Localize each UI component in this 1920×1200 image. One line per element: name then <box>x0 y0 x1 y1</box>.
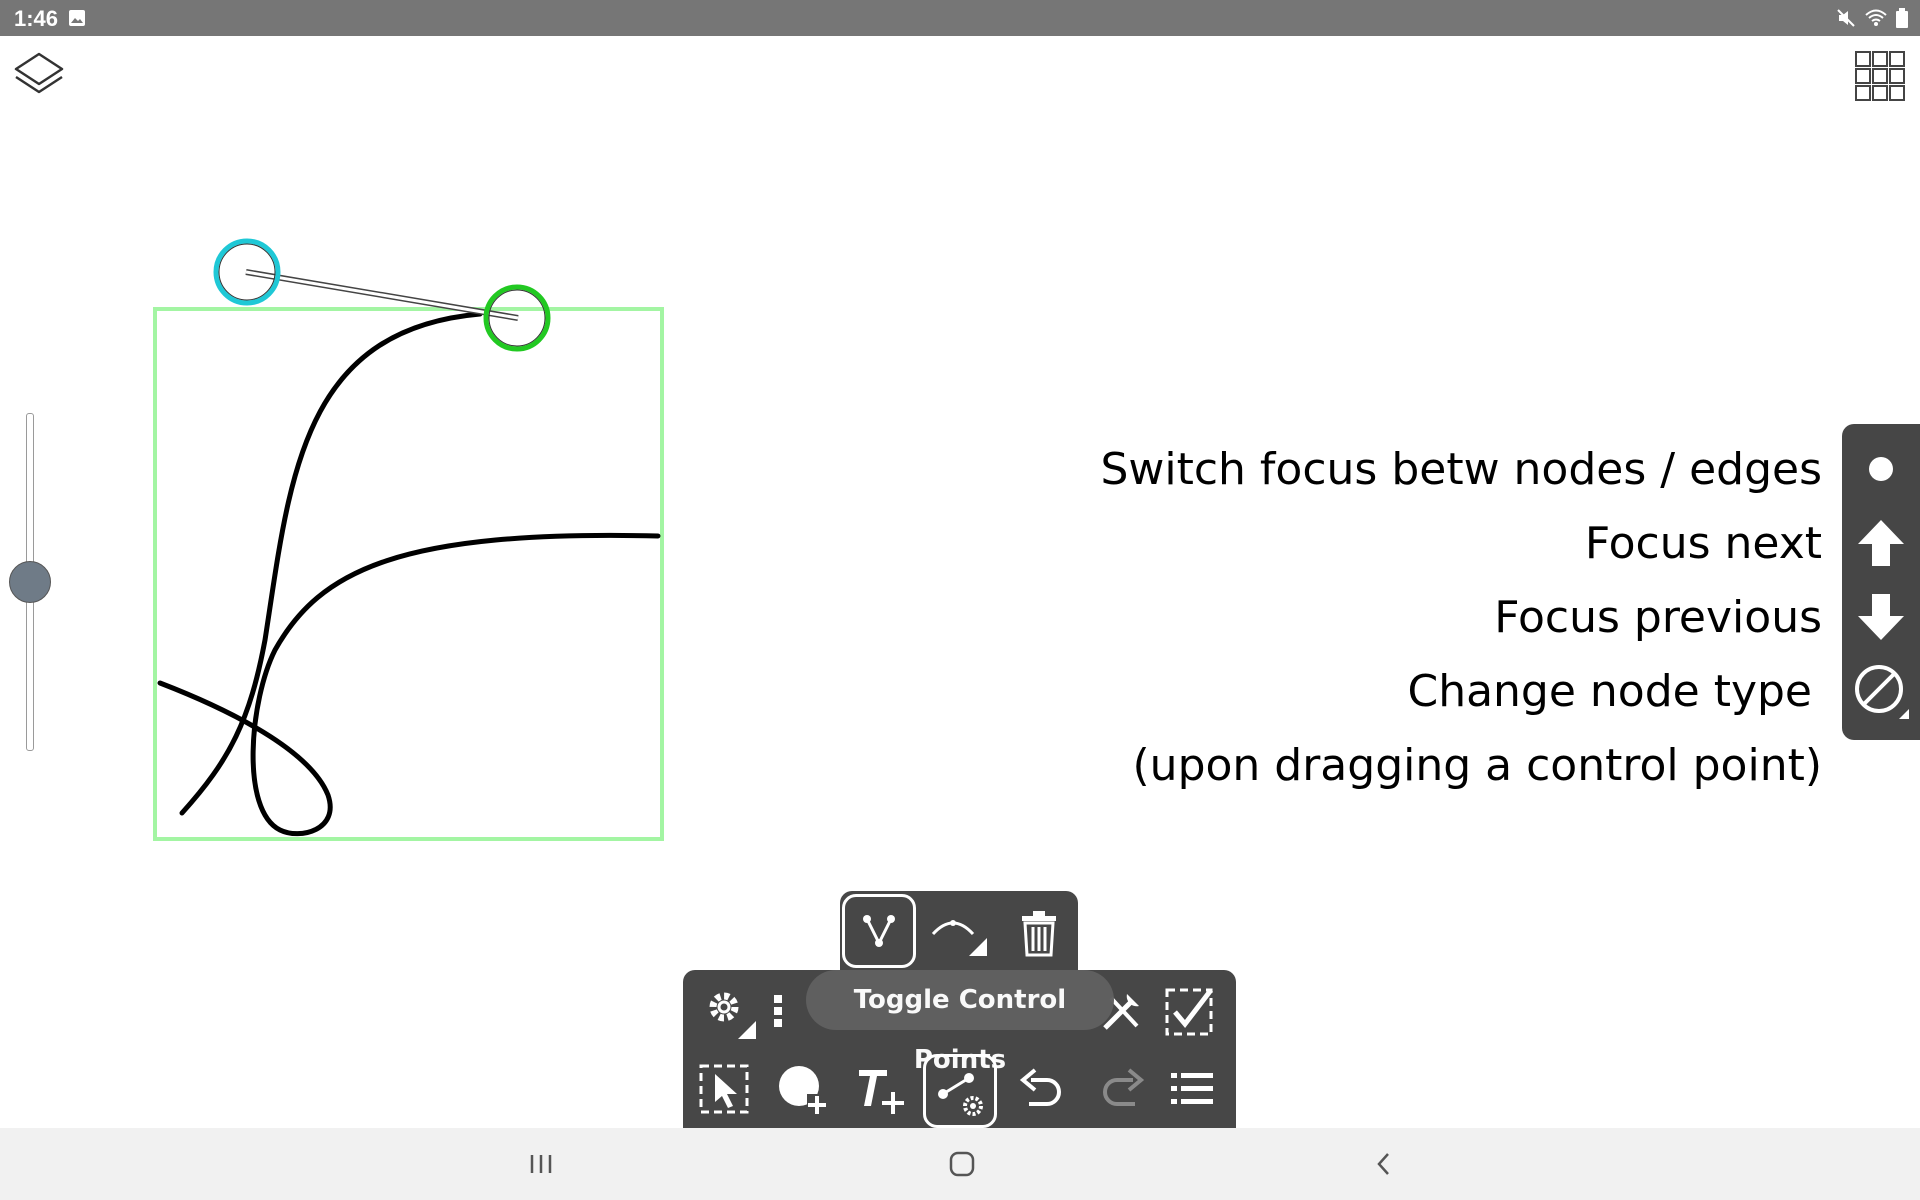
hint-change-node-type: Change node type <box>1407 666 1812 717</box>
back-icon <box>1377 1153 1389 1175</box>
more-button[interactable] <box>763 976 793 1046</box>
change-node-type-button[interactable] <box>1842 654 1920 728</box>
navigation-bar <box>0 1128 1920 1200</box>
settings-icon <box>709 992 756 1039</box>
select-done-icon <box>1165 988 1213 1036</box>
node-edit-popup <box>840 891 1078 975</box>
battery-icon <box>1896 8 1908 28</box>
delete-button[interactable] <box>1004 898 1074 968</box>
curve-edit-button[interactable] <box>924 898 994 968</box>
focus-previous-button[interactable] <box>1842 580 1920 654</box>
select-button[interactable] <box>689 1054 759 1124</box>
add-text-button[interactable] <box>845 1054 915 1124</box>
add-node-icon <box>779 1066 827 1114</box>
node-edit-icon <box>863 915 895 947</box>
undo-button[interactable] <box>1007 1054 1077 1124</box>
undo-icon <box>1019 1068 1061 1106</box>
home-button[interactable] <box>938 1142 986 1186</box>
settings-button[interactable] <box>693 976 763 1046</box>
switch-focus-button[interactable] <box>1842 432 1920 506</box>
add-node-button[interactable] <box>767 1054 837 1124</box>
hint-change-node-type-note: (upon dragging a control point) <box>1132 740 1822 791</box>
focus-next-button[interactable] <box>1842 506 1920 580</box>
back-button[interactable] <box>1360 1142 1408 1186</box>
arrow-up-icon <box>1858 520 1904 566</box>
arrow-down-icon <box>1858 594 1904 640</box>
selection-box <box>153 307 664 841</box>
recents-button[interactable] <box>517 1142 565 1186</box>
right-panel <box>1842 424 1920 740</box>
edge-curve-2[interactable] <box>157 532 661 837</box>
redo-icon <box>1103 1068 1145 1106</box>
node-type-icon <box>1855 665 1909 719</box>
select-icon <box>699 1064 749 1114</box>
redo-button[interactable] <box>1087 1054 1157 1124</box>
status-bar: 1:46 <box>0 0 1920 36</box>
recents-icon <box>530 1155 552 1173</box>
list-button[interactable] <box>1157 1054 1227 1124</box>
keyboard-hints: Switch focus betw nodes / edges Focus ne… <box>1100 440 1822 810</box>
gallery-icon <box>69 10 85 26</box>
status-time: 1:46 <box>14 6 59 31</box>
toggle-control-points-tooltip: Toggle Control Points <box>806 970 1114 1075</box>
hint-focus-previous: Focus previous <box>1494 592 1822 643</box>
mute-icon <box>1837 9 1855 27</box>
home-icon <box>949 1151 975 1177</box>
select-done-button[interactable] <box>1155 976 1225 1046</box>
add-text-icon <box>859 1070 904 1114</box>
system-icons <box>1836 7 1908 29</box>
more-icon <box>774 995 782 1027</box>
hint-focus-next: Focus next <box>1584 518 1822 569</box>
list-icon <box>1171 1073 1213 1104</box>
hint-switch-focus: Switch focus betw nodes / edges <box>1100 444 1822 495</box>
trash-icon <box>1022 911 1056 957</box>
node-edit-button[interactable] <box>842 894 916 968</box>
edge-curve-1[interactable] <box>179 311 483 816</box>
wifi-icon <box>1865 9 1887 26</box>
dot-icon <box>1869 457 1893 481</box>
curve-edit-icon <box>931 920 987 956</box>
